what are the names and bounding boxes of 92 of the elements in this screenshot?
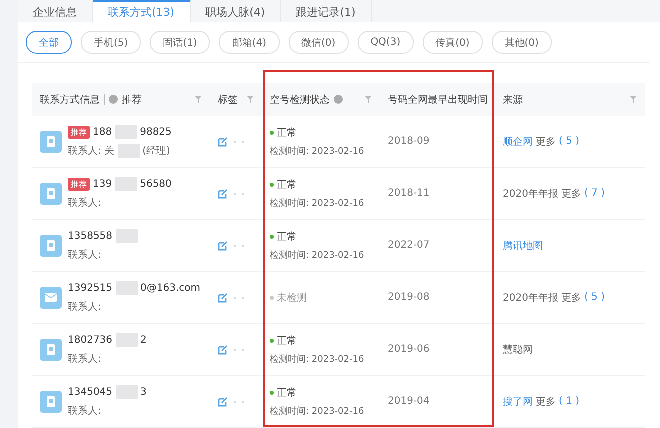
contact-value: 1392515: [68, 282, 113, 294]
status-label: 正常: [277, 334, 297, 348]
more-count-link[interactable]: ( 7 ): [584, 188, 605, 199]
status-label: 正常: [277, 230, 297, 244]
filter-icon[interactable]: [365, 96, 372, 103]
blurred-region: [116, 229, 138, 243]
check-time: 检测时间: 2023-02-16: [270, 406, 364, 418]
filter-chip[interactable]: 其他(0): [492, 31, 552, 54]
contact-value: 98825: [140, 126, 172, 138]
column-header: 联系方式信息: [40, 94, 100, 106]
phone-icon: [40, 338, 62, 360]
filter-chip[interactable]: 传真(0): [422, 31, 483, 54]
more-count-link[interactable]: ( 1 ): [559, 396, 580, 407]
contact-value: 1358558: [68, 230, 113, 242]
tab[interactable]: 联系方式(13): [93, 0, 191, 22]
check-time: 检测时间: 2023-02-16: [270, 354, 364, 366]
blurred-region: [115, 125, 138, 139]
edit-icon[interactable]: [218, 136, 228, 146]
more-count-link[interactable]: ( 5 ): [559, 136, 580, 147]
edit-icon[interactable]: [218, 292, 228, 302]
filter-icon[interactable]: [247, 96, 254, 103]
contact-person: 联系人:: [68, 300, 102, 314]
column-header: 空号检测状态: [270, 94, 330, 106]
envelope-icon: [40, 286, 62, 308]
filter-chip[interactable]: 微信(0): [288, 31, 349, 54]
filter-chip[interactable]: 固话(1): [150, 31, 210, 54]
contact-value: 2: [140, 334, 147, 346]
more-text: 更多: [536, 396, 556, 408]
filter-chip[interactable]: 邮箱(4): [219, 31, 280, 54]
status-label: 正常: [277, 178, 297, 192]
contact-person: 联系人: 关: [68, 144, 115, 158]
blurred-region: [116, 333, 138, 347]
filter-chip[interactable]: 全部: [26, 31, 72, 54]
phone-icon: [40, 390, 62, 412]
phone-icon: [40, 130, 62, 152]
first-seen-date: 2019-06: [388, 344, 430, 355]
first-seen-date: 2022-07: [388, 240, 430, 251]
blurred-region: [118, 144, 140, 158]
contact-person: 联系人:: [68, 248, 102, 262]
first-seen-date: 2019-08: [388, 292, 430, 303]
contact-value: 188: [93, 126, 112, 138]
check-time: 检测时间: 2023-02-16: [270, 146, 364, 158]
source-text: 2020年年报: [503, 292, 558, 304]
column-header: 标签: [218, 94, 238, 106]
source-link[interactable]: 腾讯地图: [503, 238, 543, 252]
check-time: 检测时间: 2023-02-16: [270, 198, 364, 210]
first-seen-date: 2019-04: [388, 396, 430, 407]
edit-icon[interactable]: [218, 344, 228, 354]
edit-icon[interactable]: [218, 188, 228, 198]
filter-icon[interactable]: [630, 96, 637, 103]
status-label: 正常: [277, 386, 297, 400]
source-link[interactable]: 顺企网: [503, 134, 533, 148]
source-text: 2020年年报: [503, 188, 558, 200]
column-header: 来源: [503, 94, 523, 106]
more-text: 更多: [536, 136, 556, 148]
tab[interactable]: 职场人脉(4): [190, 0, 282, 22]
contact-value: 56580: [140, 178, 172, 190]
info-icon: [109, 95, 118, 104]
check-time: 检测时间: 2023-02-16: [270, 250, 364, 262]
phone-icon: [40, 234, 62, 256]
first-seen-date: 2018-09: [388, 136, 430, 147]
contact-role: (经理): [142, 145, 170, 158]
contact-value: 3: [140, 386, 147, 398]
column-header: 推荐: [122, 94, 142, 106]
more-count-link[interactable]: ( 5 ): [584, 292, 605, 303]
tab[interactable]: 跟进记录(1): [281, 0, 372, 22]
filter-chip[interactable]: QQ(3): [358, 31, 414, 54]
contact-value: 139: [93, 178, 112, 190]
filter-icon[interactable]: [195, 96, 202, 103]
contact-value: 1345045: [68, 386, 113, 398]
more-text: 更多: [561, 292, 582, 304]
edit-icon[interactable]: [218, 240, 228, 250]
more-text: 更多: [561, 188, 582, 200]
contact-person: 联系人:: [68, 352, 102, 366]
recommend-badge: 推荐: [68, 178, 90, 190]
recommend-badge: 推荐: [68, 126, 90, 138]
phone-icon: [40, 182, 62, 204]
contact-person: 联系人:: [68, 196, 102, 210]
contact-value: 1802736: [68, 334, 113, 346]
column-header: 号码全网最早出现时间: [388, 94, 488, 106]
blurred-region: [116, 385, 138, 399]
status-label: 未检测: [277, 292, 307, 304]
source-link[interactable]: 搜了网: [503, 394, 533, 408]
contact-value: 0@163.com: [140, 282, 201, 294]
contact-person: 联系人:: [68, 404, 102, 418]
edit-icon[interactable]: [218, 396, 228, 406]
source-text: 慧聪网: [503, 344, 533, 356]
blurred-region: [115, 177, 138, 191]
status-label: 正常: [277, 126, 297, 140]
filter-chip[interactable]: 手机(5): [81, 31, 142, 54]
first-seen-date: 2018-11: [388, 188, 430, 199]
blurred-region: [116, 281, 138, 295]
